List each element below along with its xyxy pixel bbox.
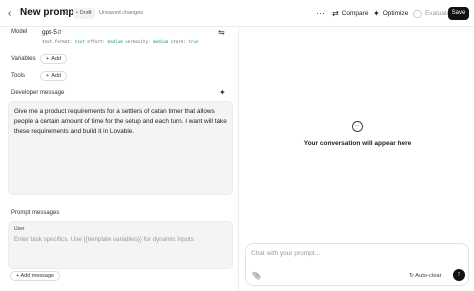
title-chevron-icon[interactable]: ⇵ — [63, 8, 69, 16]
magic-wand-icon[interactable]: ✦ — [219, 88, 226, 97]
draft-dot-icon: • — [76, 10, 78, 16]
sparkle-icon: ✦ — [373, 9, 380, 18]
auto-clear-icon: ↻ — [409, 273, 414, 279]
optimize-button-label: Optimize — [382, 10, 409, 17]
page-title[interactable]: New prompt — [20, 7, 78, 18]
user-message-placeholder[interactable]: Enter task specifics. Use {{template var… — [14, 236, 194, 243]
prompt-editor-panel: Model gpt-5 ⇵ text.format: text effort: … — [0, 27, 238, 291]
model-params[interactable]: text.format: text effort: medium verbosi… — [42, 39, 198, 44]
tune-settings-icon[interactable]: ⇋ — [218, 28, 225, 37]
add-message-button[interactable]: + Add message — [10, 271, 61, 281]
evaluate-button[interactable]: ◯ Evaluate — [413, 8, 450, 19]
auto-clear-toggle[interactable]: ↻ Auto-clear — [409, 273, 442, 279]
chat-bubble-icon: ⋯ — [352, 121, 363, 132]
arrow-up-icon: ↑ — [457, 271, 461, 278]
send-button[interactable]: ↑ — [453, 269, 465, 281]
model-chevron-icon[interactable]: ⇵ — [57, 29, 62, 36]
panel-divider[interactable] — [238, 27, 239, 291]
save-button[interactable]: Save — [448, 7, 469, 20]
unsaved-status: Unsaved changes — [99, 10, 144, 16]
chat-composer: 📎︎ ↻ Auto-clear ↑ — [245, 243, 469, 286]
compare-icon: ⇄ — [332, 9, 339, 18]
tools-label: Tools — [11, 73, 26, 79]
developer-message-text[interactable]: Give me a product requirements for a set… — [14, 107, 228, 137]
draft-badge-label: Draft — [79, 10, 92, 16]
attach-icon[interactable]: 📎︎ — [252, 272, 261, 280]
compare-button[interactable]: ⇄ Compare — [332, 8, 368, 19]
user-message-editor[interactable]: User Enter task specifics. Use {{templat… — [8, 221, 233, 269]
add-variable-button[interactable]: + Add — [40, 54, 68, 64]
user-role-label[interactable]: User — [14, 226, 25, 232]
plus-icon: + — [16, 273, 20, 279]
plus-icon: + — [46, 73, 50, 79]
developer-message-label: Developer message — [11, 90, 65, 96]
variables-label: Variables — [11, 56, 36, 62]
top-bar: ‹ New prompt ⇵ • Draft Unsaved changes ··… — [0, 0, 474, 27]
developer-message-editor[interactable]: Give me a product requirements for a set… — [8, 101, 233, 195]
optimize-button[interactable]: ✦ Optimize — [373, 8, 408, 19]
add-tool-button[interactable]: + Add — [40, 71, 68, 81]
chat-input[interactable] — [251, 250, 451, 257]
empty-conversation-message: Your conversation will appear here — [303, 140, 412, 147]
prompt-messages-label: Prompt messages — [11, 210, 60, 216]
draft-badge: • Draft — [73, 8, 95, 19]
more-options-icon[interactable]: ··· — [316, 8, 325, 18]
back-chevron-icon[interactable]: ‹ — [8, 8, 18, 19]
plus-icon: + — [46, 56, 50, 62]
evaluate-icon: ◯ — [413, 9, 422, 18]
model-selector[interactable]: gpt-5 — [42, 29, 57, 36]
model-label: Model — [11, 29, 28, 35]
compare-button-label: Compare — [341, 10, 369, 17]
evaluate-button-label: Evaluate — [424, 10, 451, 17]
